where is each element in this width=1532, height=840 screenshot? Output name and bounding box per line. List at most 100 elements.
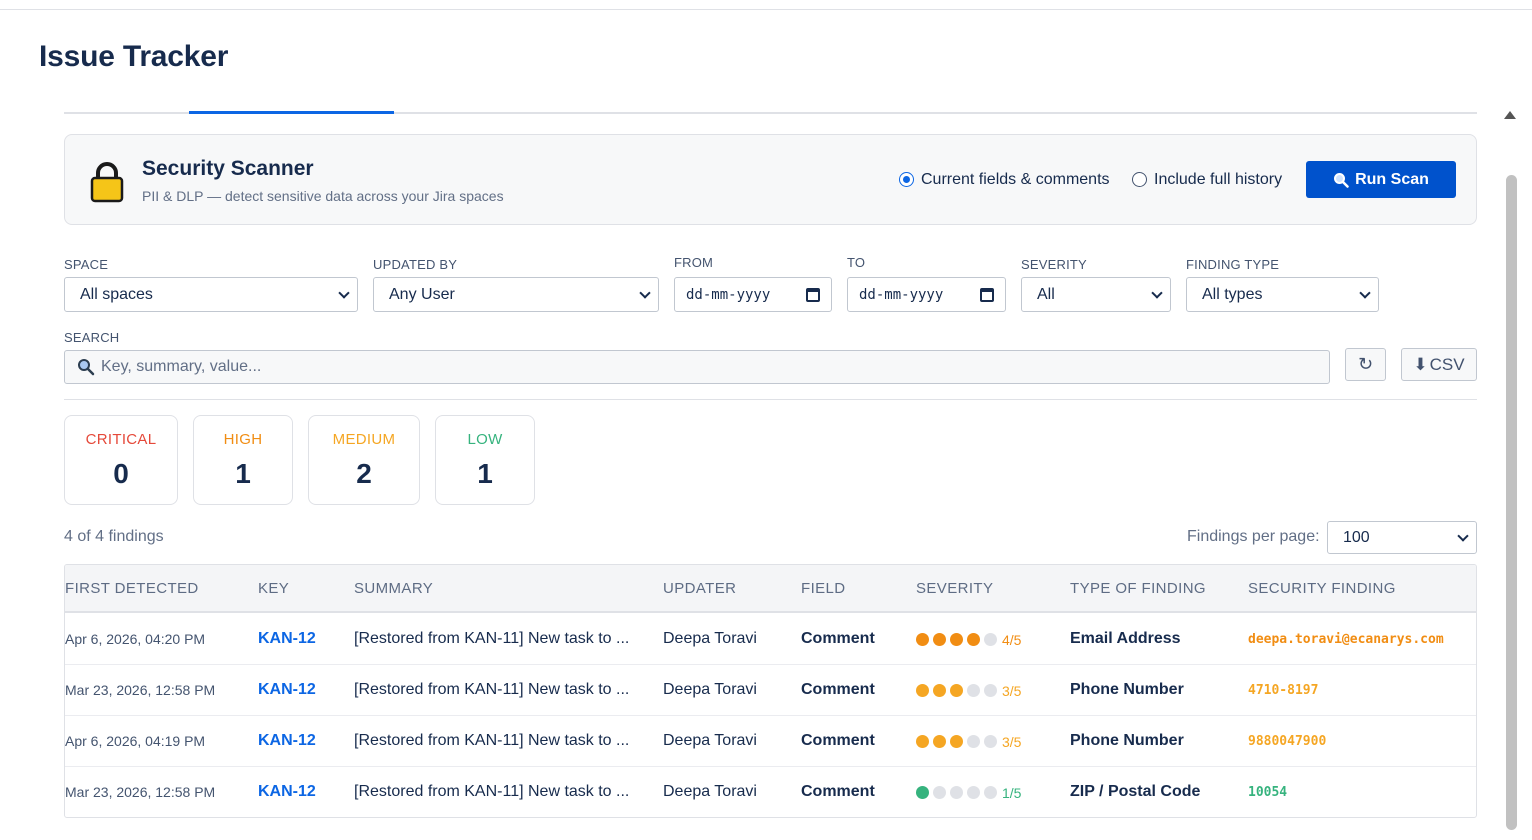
severity-dot xyxy=(967,633,980,646)
security-scanner-card: Security Scanner PII & DLP — detect sens… xyxy=(64,134,1477,225)
severity-dot xyxy=(950,786,963,799)
column-header-first-detected[interactable]: FIRST DETECTED xyxy=(65,580,199,597)
to-date-label: TO xyxy=(847,255,866,270)
scope-label-history[interactable]: Include full history xyxy=(1154,171,1282,189)
lock-icon xyxy=(90,162,124,203)
top-border xyxy=(0,9,1532,10)
summary-cell: [Restored from KAN-11] New task to ... xyxy=(354,681,630,698)
severity-dot xyxy=(984,786,997,799)
table-row[interactable]: Apr 6, 2026, 04:19 PM KAN-12 [Restored fro… xyxy=(65,716,1476,767)
finding-type-cell: Phone Number xyxy=(1070,732,1184,749)
scrollbar-thumb[interactable] xyxy=(1506,175,1517,830)
space-select-value: All spaces xyxy=(80,285,153,303)
summary-card-critical: CRITICAL 0 xyxy=(64,415,178,505)
calendar-icon[interactable] xyxy=(806,288,820,302)
chevron-down-icon xyxy=(1457,530,1469,542)
severity-score: 3/5 xyxy=(1002,683,1022,699)
search-box[interactable] xyxy=(64,350,1330,384)
column-header-summary[interactable]: SUMMARY xyxy=(354,580,433,597)
space-filter-label: SPACE xyxy=(64,257,109,272)
severity-dot xyxy=(984,633,997,646)
field-cell: Comment xyxy=(801,732,875,749)
scope-radio-current[interactable] xyxy=(899,172,914,187)
column-header-key[interactable]: KEY xyxy=(258,580,289,597)
summary-label-high: HIGH xyxy=(223,431,263,448)
field-cell: Comment xyxy=(801,630,875,647)
summary-count-critical: 0 xyxy=(113,458,129,489)
severity-dots xyxy=(916,786,997,799)
severity-score: 1/5 xyxy=(1002,785,1022,801)
severity-dot xyxy=(916,684,929,697)
column-header-field[interactable]: FIELD xyxy=(801,580,846,597)
page-title: Issue Tracker xyxy=(39,40,229,73)
chevron-down-icon xyxy=(1359,287,1371,299)
scope-radio-history[interactable] xyxy=(1132,172,1147,187)
issue-key-link[interactable]: KAN-12 xyxy=(258,630,316,648)
updater-cell: Deepa Toravi xyxy=(663,681,757,698)
security-finding-value: 10054 xyxy=(1248,785,1288,800)
security-finding-value: deepa.toravi@ecanarys.com xyxy=(1248,632,1444,647)
summary-cell: [Restored from KAN-11] New task to ... xyxy=(354,732,630,749)
severity-dot xyxy=(916,786,929,799)
space-select[interactable]: All spaces xyxy=(64,277,358,312)
finding-type-filter-label: FINDING TYPE xyxy=(1186,257,1280,272)
updated-by-filter-label: UPDATED BY xyxy=(373,257,458,272)
to-date-input[interactable]: dd-mm-yyyy xyxy=(847,277,1006,312)
summary-cell: [Restored from KAN-11] New task to ... xyxy=(354,783,630,800)
summary-label-medium: MEDIUM xyxy=(332,431,396,448)
column-header-type[interactable]: TYPE OF FINDING xyxy=(1070,580,1206,597)
search-label: SEARCH xyxy=(64,330,120,345)
column-header-finding[interactable]: SECURITY FINDING xyxy=(1248,580,1396,597)
summary-count-medium: 2 xyxy=(356,458,372,489)
download-icon: ⬇ xyxy=(1413,354,1428,374)
severity-dot xyxy=(950,684,963,697)
summary-label-critical: CRITICAL xyxy=(85,431,157,448)
severity-score: 4/5 xyxy=(1002,632,1022,648)
per-page-select[interactable]: 100 xyxy=(1327,521,1477,554)
issue-key-link[interactable]: KAN-12 xyxy=(258,783,316,801)
run-scan-button[interactable]: Run Scan xyxy=(1306,161,1456,198)
severity-dot xyxy=(933,735,946,748)
issue-key-link[interactable]: KAN-12 xyxy=(258,732,316,750)
severity-select[interactable]: All xyxy=(1021,277,1171,312)
table-row[interactable]: Mar 23, 2026, 12:58 PM KAN-12 [Restored fr… xyxy=(65,665,1476,716)
security-finding-value: 4710-8197 xyxy=(1248,683,1319,698)
severity-dot xyxy=(967,684,980,697)
table-row[interactable]: Apr 6, 2026, 04:20 PM KAN-12 [Restored fro… xyxy=(65,614,1476,665)
column-header-updater[interactable]: UPDATER xyxy=(663,580,736,597)
findings-table: FIRST DETECTED KEY SUMMARY UPDATER FIELD… xyxy=(64,564,1477,818)
issue-key-link[interactable]: KAN-12 xyxy=(258,681,316,699)
severity-dots xyxy=(916,633,997,646)
updated-by-select[interactable]: Any User xyxy=(373,277,659,312)
summary-cell: [Restored from KAN-11] New task to ... xyxy=(354,630,630,647)
severity-dot xyxy=(933,786,946,799)
scroll-up-arrow-icon[interactable] xyxy=(1504,111,1516,119)
findings-count: 4 of 4 findings xyxy=(64,528,164,545)
scope-label-current[interactable]: Current fields & comments xyxy=(921,171,1110,189)
refresh-button[interactable]: ↻ xyxy=(1345,348,1386,381)
updater-cell: Deepa Toravi xyxy=(663,630,757,647)
updater-cell: Deepa Toravi xyxy=(663,732,757,749)
to-date-placeholder: dd-mm-yyyy xyxy=(859,286,944,303)
finding-type-cell: Email Address xyxy=(1070,630,1181,647)
summary-card-high: HIGH 1 xyxy=(193,415,293,505)
calendar-icon[interactable] xyxy=(980,288,994,302)
scanner-title: Security Scanner xyxy=(142,157,314,180)
from-date-input[interactable]: dd-mm-yyyy xyxy=(674,277,832,312)
scanner-subtitle: PII & DLP — detect sensitive data across… xyxy=(142,188,504,204)
tab-active-indicator[interactable] xyxy=(189,111,394,114)
field-cell: Comment xyxy=(801,681,875,698)
per-page-label: Findings per page: xyxy=(1187,528,1320,545)
table-row[interactable]: Mar 23, 2026, 12:58 PM KAN-12 [Restored fr… xyxy=(65,767,1476,817)
export-csv-button[interactable]: ⬇ CSV xyxy=(1401,348,1477,381)
severity-select-value: All xyxy=(1037,285,1055,303)
field-cell: Comment xyxy=(801,783,875,800)
severity-dot xyxy=(950,633,963,646)
chevron-down-icon xyxy=(338,287,350,299)
column-header-severity[interactable]: SEVERITY xyxy=(916,580,993,597)
finding-type-select[interactable]: All types xyxy=(1186,277,1379,312)
severity-dot xyxy=(967,786,980,799)
search-input[interactable] xyxy=(101,358,1301,376)
search-icon xyxy=(78,359,95,376)
severity-dot xyxy=(916,735,929,748)
